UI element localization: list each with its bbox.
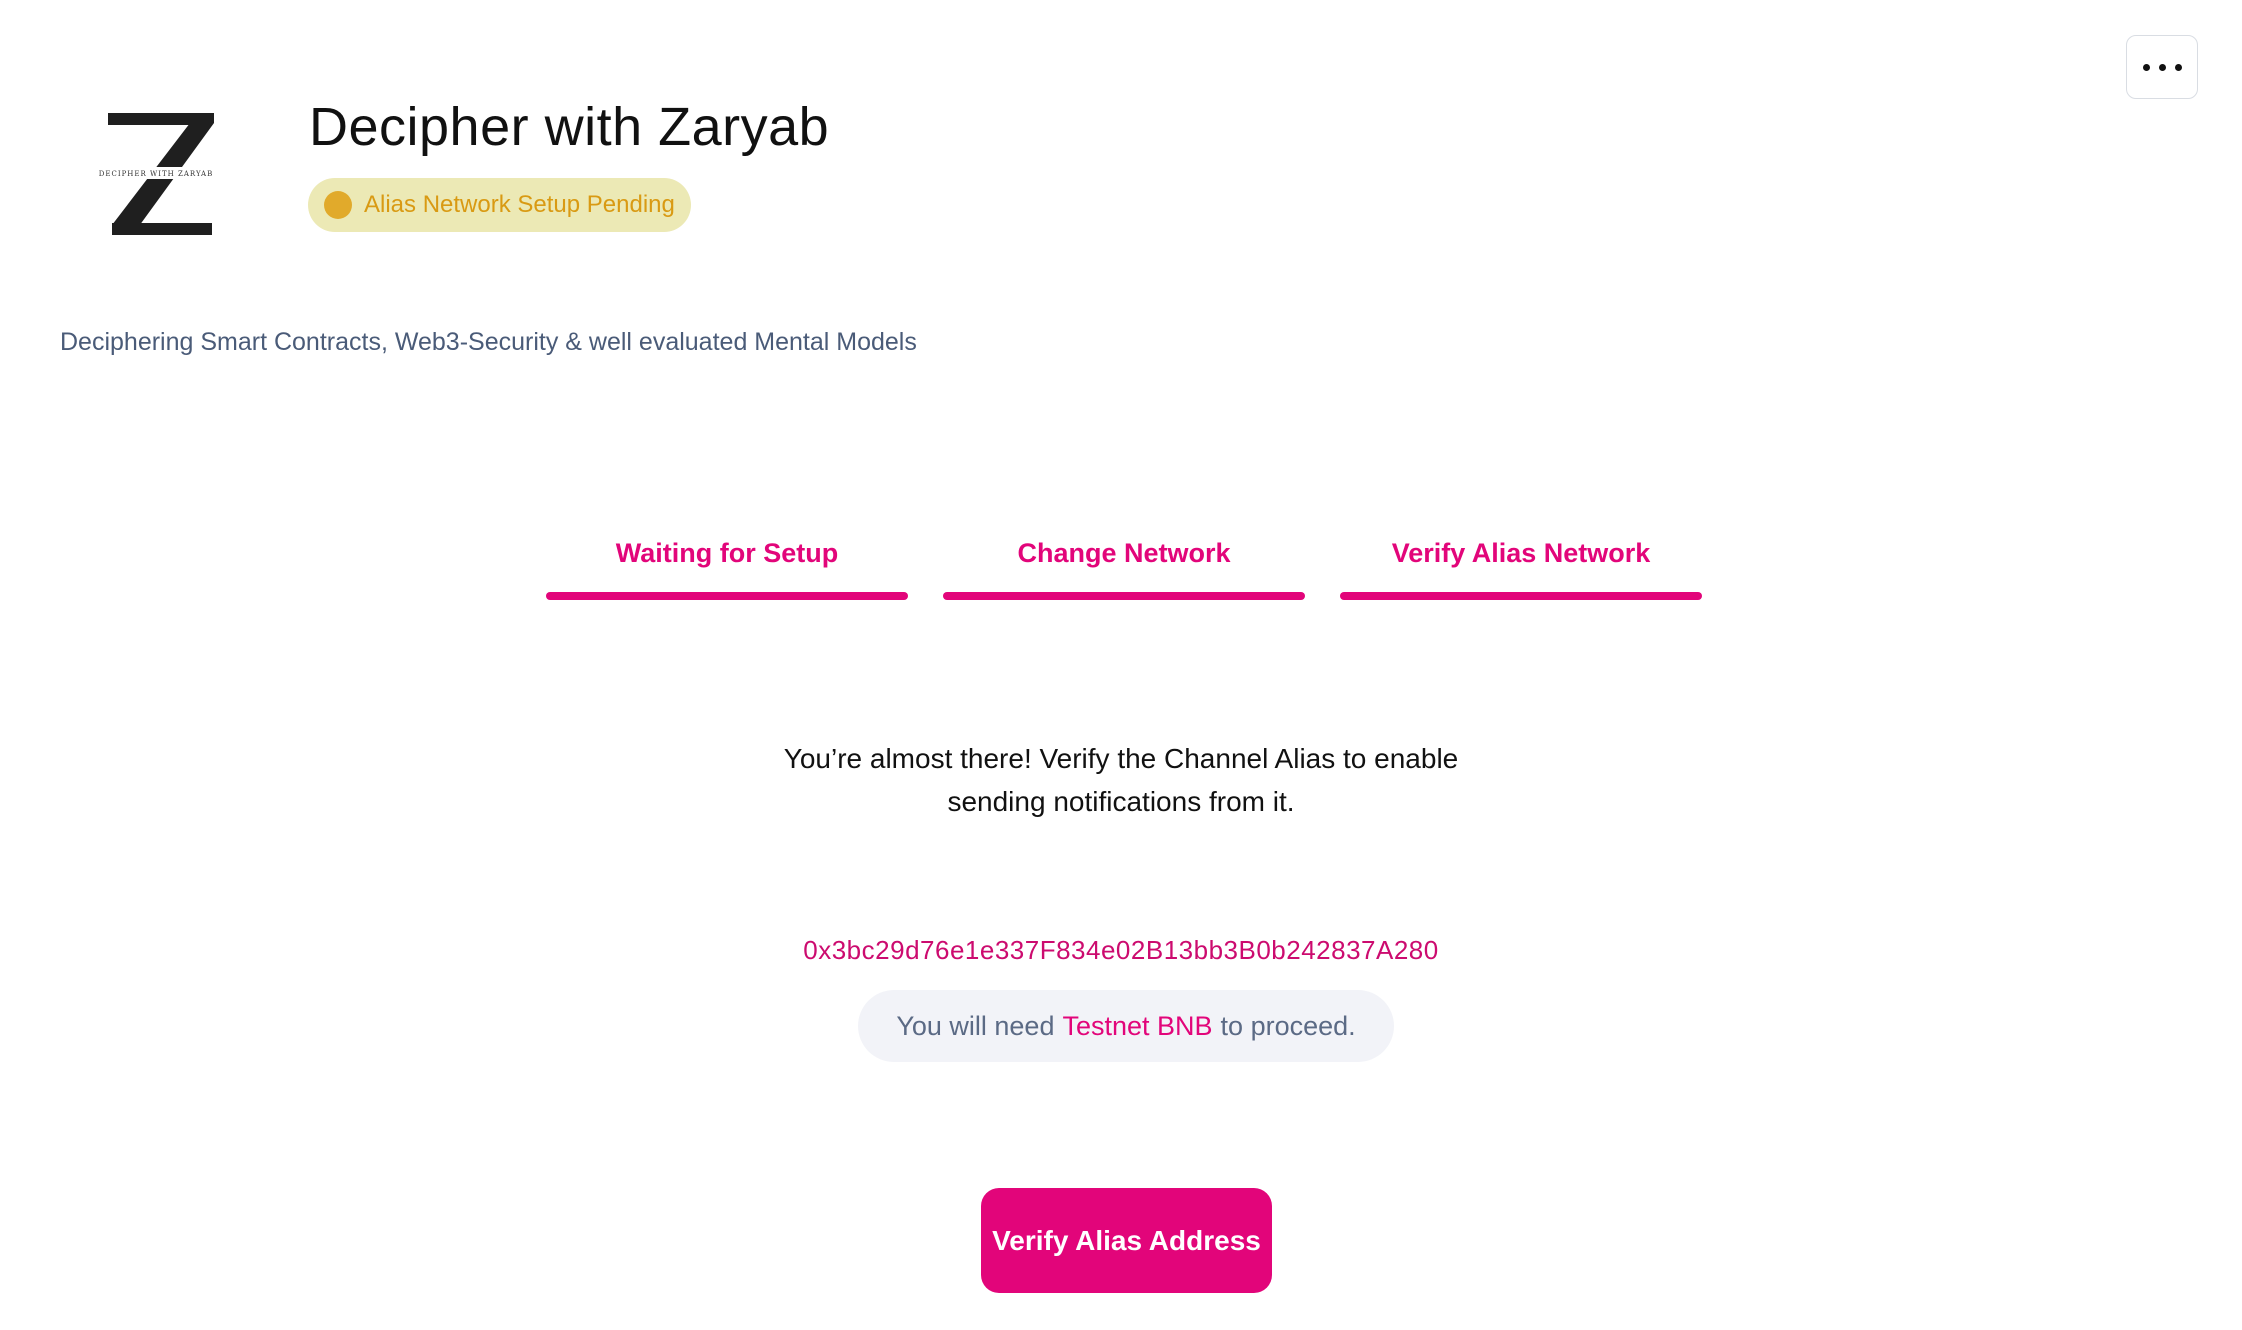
verify-alias-address-button[interactable]: Verify Alias Address — [981, 1188, 1272, 1293]
verify-message: You’re almost there! Verify the Channel … — [721, 737, 1521, 823]
step-progress-bar — [546, 592, 908, 600]
more-dot — [2158, 63, 2166, 71]
step-verify-alias-network: Verify Alias Network — [1340, 533, 1702, 600]
logo-caption: DECIPHER WITH ZARYAB — [99, 170, 213, 178]
requirement-suffix: to proceed. — [1220, 1010, 1356, 1041]
status-dot-icon — [324, 191, 352, 219]
testnet-bnb-link[interactable]: Testnet BNB — [1062, 1011, 1212, 1042]
alias-address: 0x3bc29d76e1e337F834e02B13bb3B0b242837A2… — [803, 935, 1439, 965]
requirement-notice: You will need Testnet BNB to proceed. — [858, 990, 1394, 1062]
requirement-prefix: You will need — [896, 1010, 1055, 1041]
step-label: Change Network — [1017, 538, 1231, 568]
status-text: Alias Network Setup Pending — [364, 191, 675, 218]
step-change-network: Change Network — [943, 533, 1305, 600]
step-label: Waiting for Setup — [615, 538, 839, 568]
more-horizontal-icon — [2142, 63, 2150, 71]
channel-title: Decipher with Zaryab — [309, 97, 830, 157]
step-waiting-for-setup: Waiting for Setup — [546, 533, 908, 600]
channel-logo: DECIPHER WITH ZARYAB — [78, 113, 234, 235]
channel-description: Deciphering Smart Contracts, Web3-Securi… — [60, 328, 917, 356]
logo-z-base — [112, 223, 212, 235]
status-badge: Alias Network Setup Pending — [308, 178, 691, 232]
more-dot — [2174, 63, 2182, 71]
page: DECIPHER WITH ZARYAB Decipher with Zarya… — [0, 0, 2242, 1330]
verify-message-line1: You’re almost there! Verify the Channel … — [783, 743, 1459, 774]
step-label: Verify Alias Network — [1391, 538, 1651, 568]
logo-z-top — [108, 113, 212, 125]
verify-message-line2: sending notifications from it. — [947, 786, 1295, 817]
step-progress-bar — [1340, 592, 1702, 600]
step-progress-bar — [943, 592, 1305, 600]
more-options-button[interactable] — [2126, 35, 2198, 99]
